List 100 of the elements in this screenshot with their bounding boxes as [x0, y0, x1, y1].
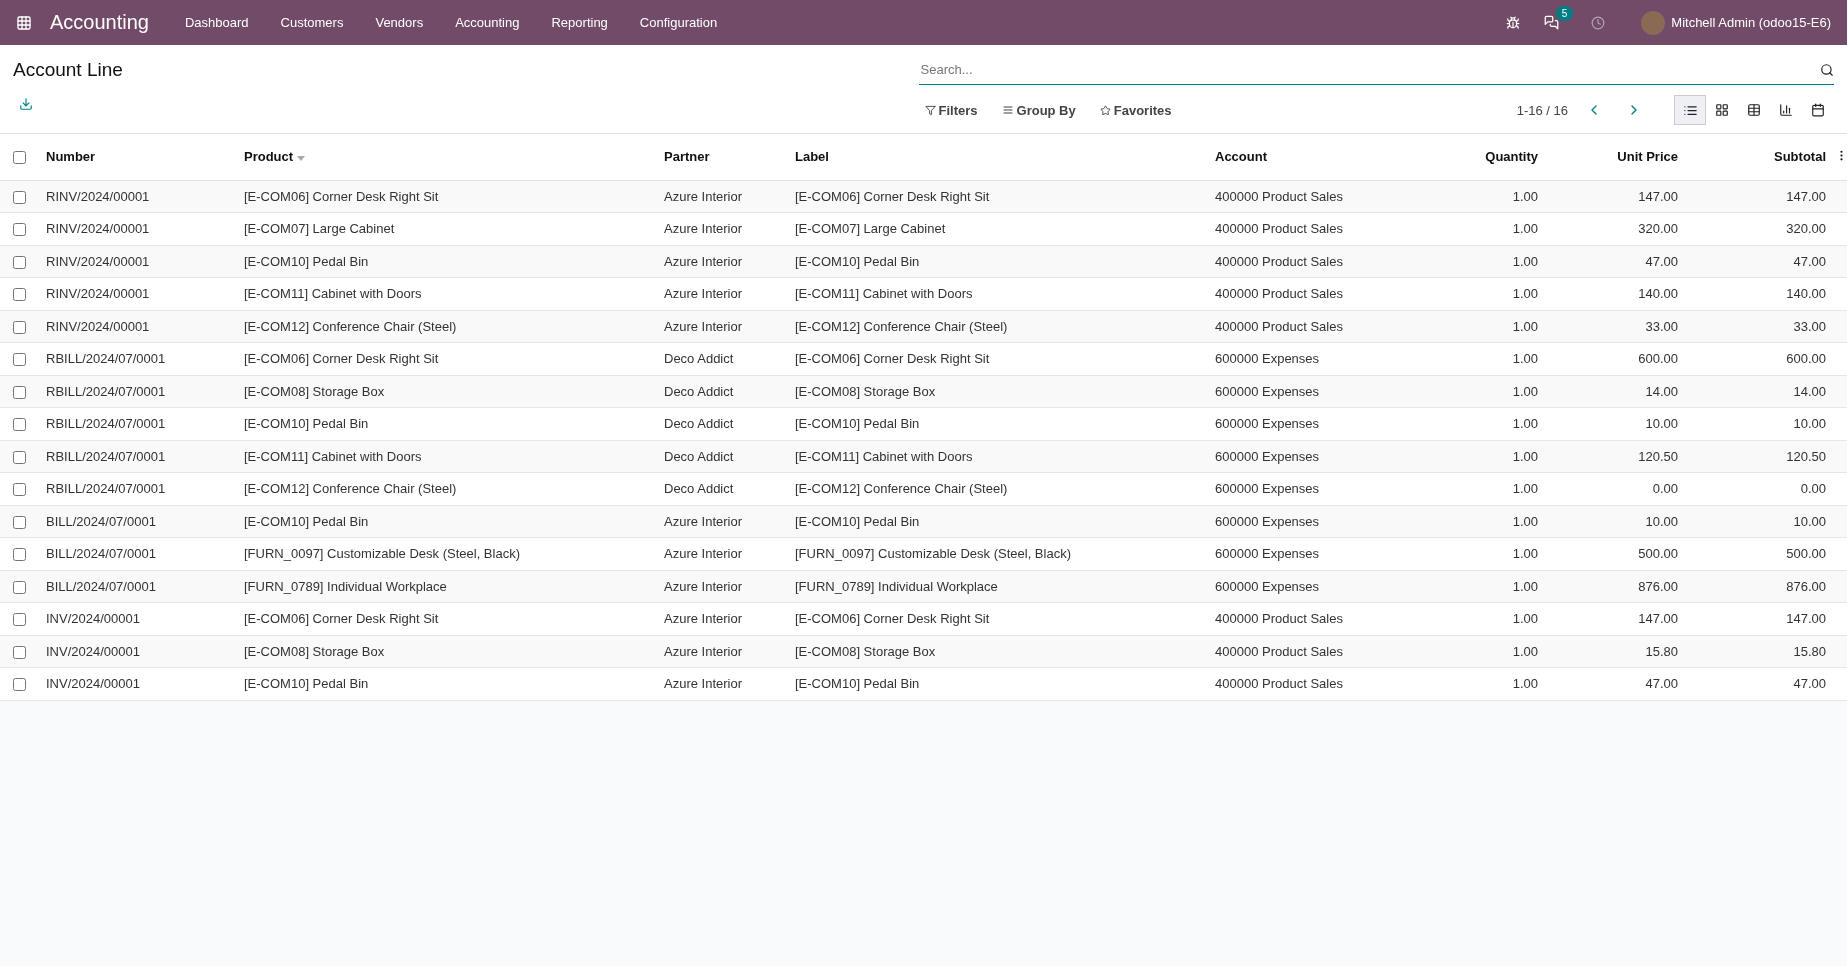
table-cell: 1.00 [1456, 570, 1546, 603]
table-cell: Azure Interior [656, 602, 787, 635]
table-cell: Deco Addict [656, 375, 787, 408]
table-cell: [E-COM07] Large Cabinet [787, 212, 1207, 245]
table-cell: [FURN_0789] Individual Workplace [236, 570, 656, 603]
table-cell: 320.00 [1686, 212, 1834, 245]
table-cell: RBILL/2024/07/0001 [38, 472, 236, 505]
table-cell: 47.00 [1686, 667, 1834, 700]
nav-menu-item[interactable]: Accounting [439, 15, 536, 30]
nav-menu-item[interactable]: Reporting [535, 15, 624, 30]
table-cell: [E-COM10] Pedal Bin [236, 407, 656, 440]
table-cell: RBILL/2024/07/0001 [38, 342, 236, 375]
table-cell: 400000 Product Sales [1207, 245, 1456, 278]
table-icon [1747, 103, 1761, 117]
row-checkbox[interactable] [13, 645, 26, 659]
table-cell: 1.00 [1456, 342, 1546, 375]
table-cell: Azure Interior [656, 570, 787, 603]
table-cell: 876.00 [1686, 570, 1834, 603]
table-cell: 47.00 [1686, 245, 1834, 278]
column-header[interactable]: Account [1207, 134, 1456, 180]
table-cell: [E-COM10] Pedal Bin [236, 505, 656, 538]
table-cell: 1.00 [1456, 310, 1546, 343]
chat-icon[interactable] [1544, 15, 1560, 30]
row-checkbox[interactable] [13, 385, 26, 399]
list-view-button[interactable] [1674, 95, 1706, 125]
search-field[interactable]: Search... [918, 61, 1820, 78]
calendar-icon [1811, 103, 1825, 117]
row-checkbox[interactable] [13, 613, 26, 627]
table-cell: [E-COM12] Conference Chair (Steel) [236, 310, 656, 343]
table-cell: 147.00 [1686, 602, 1834, 635]
row-checkbox[interactable] [13, 515, 26, 529]
table-cell: RINV/2024/00001 [38, 212, 236, 245]
column-header[interactable]: Subtotal [1686, 134, 1834, 180]
row-checkbox[interactable] [13, 678, 26, 692]
row-checkbox[interactable] [13, 548, 26, 562]
table-cell: [E-COM11] Cabinet with Doors [787, 440, 1207, 473]
table-cell: RINV/2024/00001 [38, 180, 236, 213]
table-cell: [FURN_0097] Customizable Desk (Steel, Black) [236, 537, 656, 570]
column-header[interactable]: Quantity [1456, 134, 1546, 180]
table-cell: 1.00 [1456, 602, 1546, 635]
table-cell: [E-COM08] Storage Box [236, 375, 656, 408]
filter-button[interactable]: Filters [918, 101, 984, 119]
filter-button[interactable]: Group By [995, 101, 1082, 119]
table-cell: 10.00 [1686, 407, 1834, 440]
column-header[interactable]: Number [38, 134, 236, 180]
table-cell: 147.00 [1546, 180, 1686, 213]
column-header[interactable]: Unit Price [1546, 134, 1686, 180]
table-cell: 600.00 [1546, 342, 1686, 375]
table-cell: Azure Interior [656, 537, 787, 570]
nav-menu-item[interactable]: Dashboard [168, 15, 265, 30]
user-name[interactable]: Mitchell Admin (odoo15-E6) [1671, 15, 1831, 30]
row-checkbox[interactable] [13, 255, 26, 269]
table-cell: 400000 Product Sales [1207, 180, 1456, 213]
select-all-checkbox[interactable] [13, 151, 26, 165]
table-cell: 33.00 [1686, 310, 1834, 343]
star-icon [1099, 104, 1111, 116]
table-cell: 400000 Product Sales [1207, 635, 1456, 668]
table-cell: 10.00 [1546, 407, 1686, 440]
table-cell: 1.00 [1456, 375, 1546, 408]
row-checkbox[interactable] [13, 190, 26, 204]
filter-button[interactable]: Favorites [1093, 101, 1178, 119]
row-checkbox[interactable] [13, 450, 26, 464]
row-checkbox[interactable] [13, 288, 26, 302]
row-checkbox[interactable] [13, 223, 26, 237]
table-cell: Deco Addict [656, 440, 787, 473]
table-cell: [E-COM06] Corner Desk Right Sit [787, 602, 1207, 635]
table-cell: 400000 Product Sales [1207, 212, 1456, 245]
column-header[interactable]: Product [236, 134, 656, 180]
table-cell: 1.00 [1456, 440, 1546, 473]
table-cell: [E-COM07] Large Cabinet [236, 212, 656, 245]
row-checkbox[interactable] [13, 483, 26, 497]
table-cell: RBILL/2024/07/0001 [38, 407, 236, 440]
table-cell: 1.00 [1456, 212, 1546, 245]
table-cell: Azure Interior [656, 635, 787, 668]
table-cell: [E-COM11] Cabinet with Doors [236, 277, 656, 310]
table-cell: 1.00 [1456, 505, 1546, 538]
table-cell: 15.80 [1686, 635, 1834, 668]
column-header[interactable]: Partner [656, 134, 787, 180]
nav-menu-item[interactable]: Configuration [623, 15, 734, 30]
bug-icon[interactable] [1506, 15, 1521, 30]
column-header[interactable]: Label [787, 134, 1207, 180]
table-cell: [E-COM10] Pedal Bin [236, 667, 656, 700]
row-checkbox[interactable] [13, 418, 26, 432]
table-cell: 120.50 [1546, 440, 1686, 473]
clock-icon[interactable] [1591, 15, 1606, 30]
table-cell: [E-COM10] Pedal Bin [787, 667, 1207, 700]
table-cell: 14.00 [1686, 375, 1834, 408]
table-cell: INV/2024/00001 [38, 602, 236, 635]
bar-chart-icon [1779, 103, 1793, 117]
row-checkbox[interactable] [13, 320, 26, 334]
row-checkbox[interactable] [13, 580, 26, 594]
table-cell: 400000 Product Sales [1207, 310, 1456, 343]
row-checkbox[interactable] [13, 353, 26, 367]
table-cell: 600000 Expenses [1207, 440, 1456, 473]
table-cell: [E-COM08] Storage Box [787, 635, 1207, 668]
nav-menu-item[interactable]: Customers [264, 15, 360, 30]
table-cell: 147.00 [1686, 180, 1834, 213]
table-cell: RINV/2024/00001 [38, 245, 236, 278]
search-icon[interactable] [1820, 62, 1834, 77]
nav-menu-item[interactable]: Vendors [359, 15, 440, 30]
